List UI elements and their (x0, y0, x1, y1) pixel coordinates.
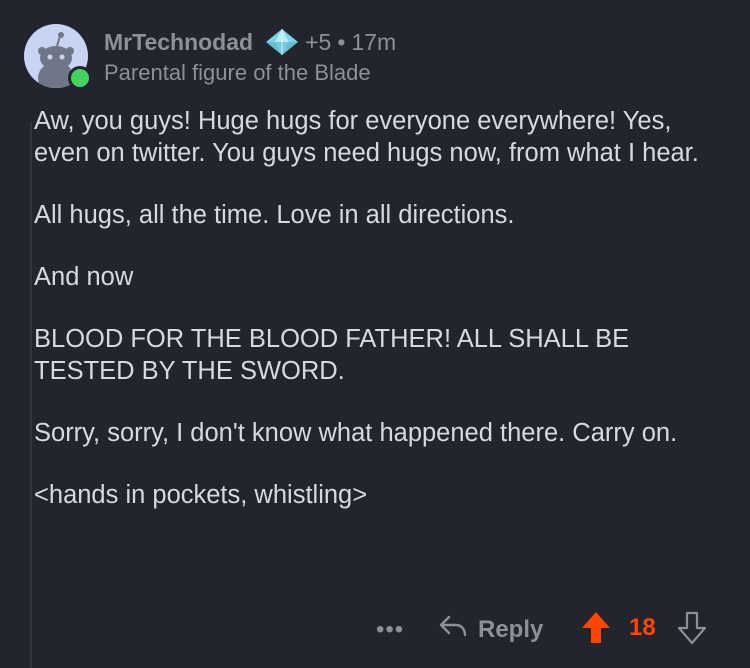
upvote-arrow-icon[interactable] (580, 610, 612, 653)
reply-arrow-icon (438, 614, 478, 645)
comment-paragraph: Aw, you guys! Huge hugs for everyone eve… (34, 107, 699, 167)
comment-paragraph: BLOOD FOR THE BLOOD FATHER! ALL SHALL BE… (34, 325, 630, 385)
comment-paragraph: <hands in pockets, whistling> (34, 481, 368, 509)
vote-score: 18 (629, 614, 656, 641)
more-options-button[interactable]: ••• (376, 616, 404, 644)
comment-card: MrTechnodad +5 • 17m Parental figure of … (0, 0, 750, 668)
reply-label: Reply (478, 615, 544, 643)
comment-paragraph: Sorry, sorry, I don't know what happened… (34, 419, 678, 447)
comment-paragraph: And now (34, 263, 134, 291)
reply-button[interactable]: Reply (438, 614, 543, 645)
comment-paragraph: All hugs, all the time. Love in all dire… (34, 201, 515, 229)
thread-line[interactable] (30, 122, 32, 668)
downvote-arrow-icon[interactable] (676, 610, 708, 653)
comment-age: 17m (351, 28, 397, 55)
comment-body: Aw, you guys! Huge hugs for everyone eve… (34, 105, 724, 541)
diamond-award-icon (265, 28, 299, 56)
comment-actions: ••• Reply 18 (0, 606, 750, 650)
username[interactable]: MrTechnodad (104, 29, 253, 56)
user-flair: Parental figure of the Blade (104, 60, 371, 85)
separator: • (337, 28, 346, 55)
online-status-indicator (68, 66, 92, 90)
comment-header: MrTechnodad +5 • 17m Parental figure of … (104, 28, 730, 86)
karma-delta: +5 (305, 28, 332, 55)
